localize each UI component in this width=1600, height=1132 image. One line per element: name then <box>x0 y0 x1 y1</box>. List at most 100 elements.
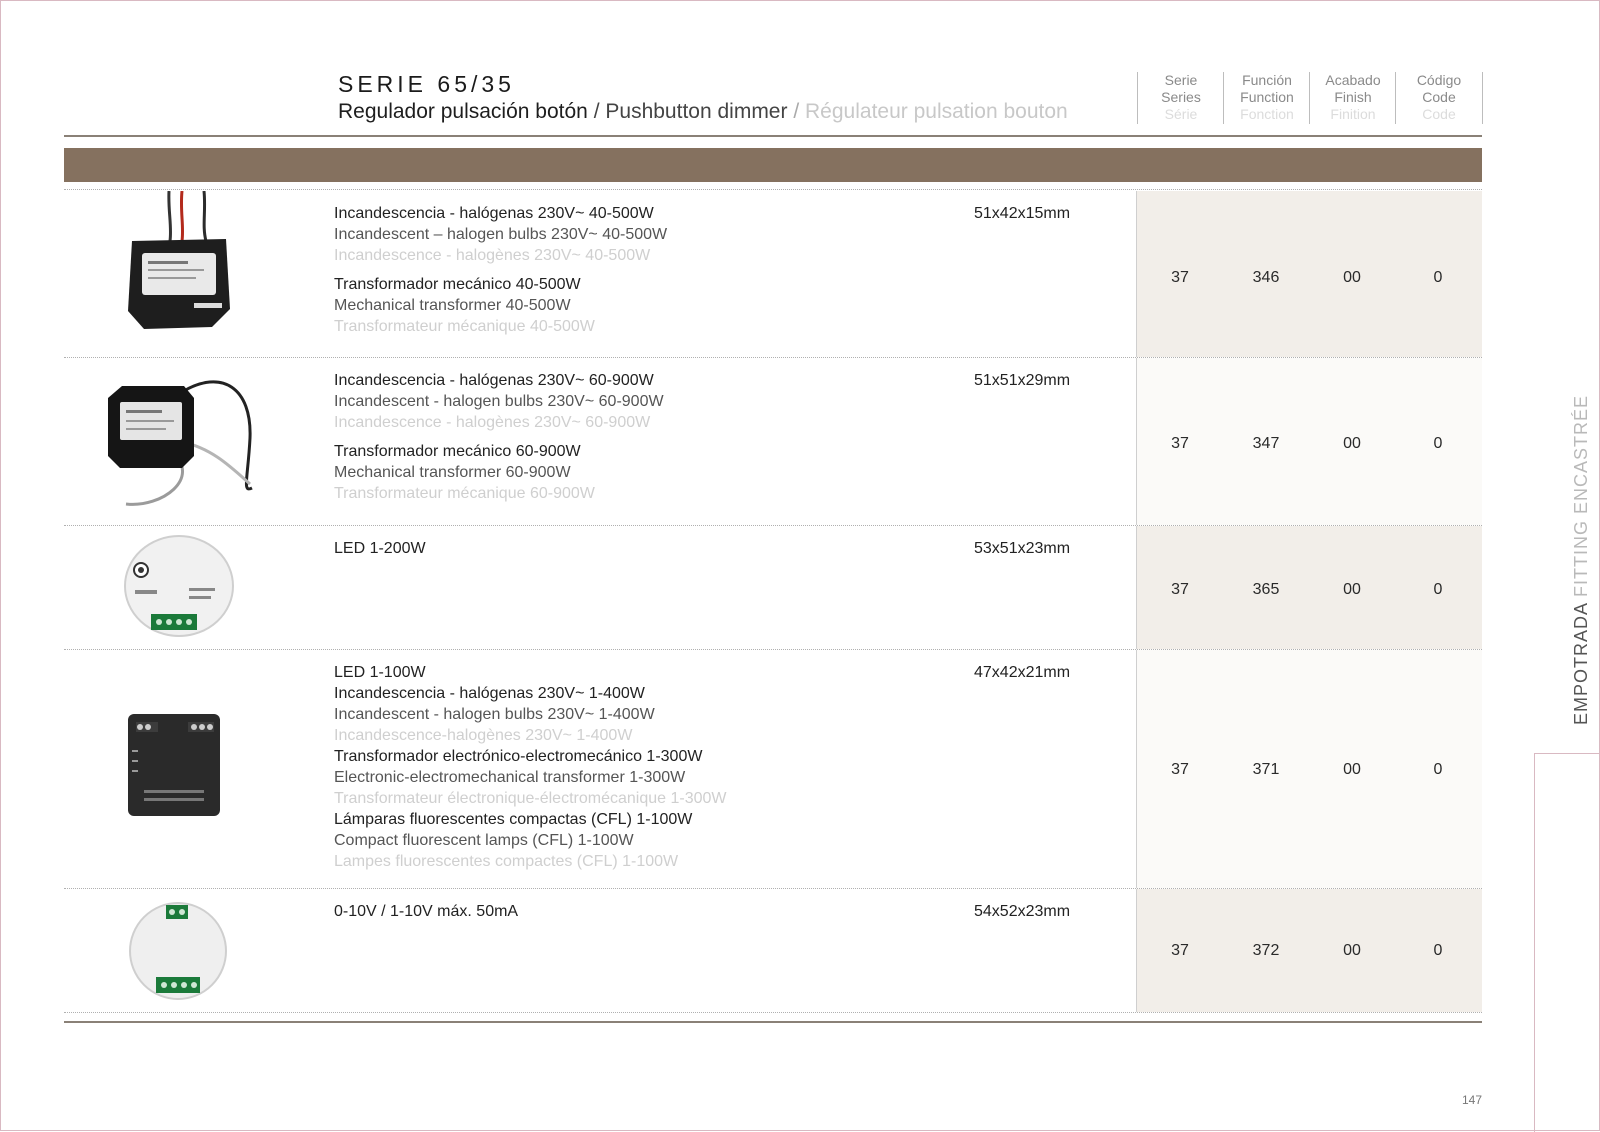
code-function: 372 <box>1252 942 1280 959</box>
code-code: 0 <box>1433 761 1443 778</box>
desc-es: Incandescencia - halógenas 230V~ 40-500W <box>334 205 654 222</box>
code-function: 347 <box>1252 435 1280 452</box>
description-group: Incandescencia - halógenas 230V~ 40-500W… <box>334 203 667 266</box>
code-series: 37 <box>1171 269 1189 286</box>
description-group: Incandescencia - halógenas 230V~ 1-400W … <box>334 683 726 746</box>
desc-fr: Incandescence - halogènes 230V~ 40-500W <box>334 247 651 264</box>
code-cell: 37 346 00 0 <box>1136 191 1482 357</box>
description-group: Transformador mecánico 60-900W Mechanica… <box>334 441 664 504</box>
page-header: SERIE 65/35 Regulador pulsación botón / … <box>338 70 1068 126</box>
column-label-en: Series <box>1161 89 1201 105</box>
code-finish: 00 <box>1343 761 1361 778</box>
side-tab <box>1534 753 1600 1132</box>
desc-fr: Transformateur mécanique 60-900W <box>334 485 595 502</box>
desc-fr: Incandescence-halogènes 230V~ 1-400W <box>334 727 633 744</box>
product-dimensions: 53x51x23mm <box>974 540 1071 557</box>
product-row: LED 1-200W 53x51x23mm 37 365 00 0 <box>64 526 1482 649</box>
code-function: 346 <box>1252 269 1280 286</box>
desc-line: LED 1-100W <box>334 664 426 681</box>
column-label-fr: Finition <box>1330 106 1376 122</box>
series-title: SERIE 65/35 <box>338 71 515 97</box>
desc-en: Incandescent - halogen bulbs 230V~ 1-400… <box>334 706 655 723</box>
column-header-finish: Acabado Finish Finition <box>1309 72 1396 124</box>
code-code: 0 <box>1433 435 1443 452</box>
description-group: Transformador mecánico 40-500W Mechanica… <box>334 274 667 337</box>
code-finish: 00 <box>1343 942 1361 959</box>
product-description: LED 1-100W Incandescencia - halógenas 23… <box>334 662 726 872</box>
code-function: 365 <box>1252 581 1280 598</box>
code-function: 371 <box>1252 761 1280 778</box>
product-description: Incandescencia - halógenas 230V~ 40-500W… <box>334 203 667 345</box>
desc-line: LED 1-200W <box>334 540 426 557</box>
dimmer-black-module-image <box>128 191 230 329</box>
column-label-es: Función <box>1242 72 1292 88</box>
column-label-en: Finish <box>1334 89 1372 105</box>
code-series: 37 <box>1171 942 1189 959</box>
desc-fr: Incandescence - halogènes 230V~ 60-900W <box>334 414 651 431</box>
subtitle-separator: / <box>793 100 800 123</box>
dimmer-led-module-image <box>128 714 220 816</box>
product-row: 0-10V / 1-10V máx. 50mA 54x52x23mm 37 37… <box>64 889 1482 1012</box>
column-label-fr: Code <box>1422 106 1456 122</box>
desc-en: Incandescent – halogen bulbs 230V~ 40-50… <box>334 226 668 243</box>
desc-es: Transformador mecánico 60-900W <box>334 443 581 460</box>
section-band <box>64 148 1482 182</box>
code-finish: 00 <box>1343 269 1361 286</box>
subtitle-es: Regulador pulsación botón <box>338 100 588 123</box>
product-description: LED 1-200W <box>334 538 426 559</box>
code-code: 0 <box>1433 581 1443 598</box>
desc-en: Mechanical transformer 60-900W <box>334 464 571 481</box>
code-cell: 37 371 00 0 <box>1136 650 1482 888</box>
desc-en: Mechanical transformer 40-500W <box>334 297 571 314</box>
subtitle: Regulador pulsación botón / Pushbutton d… <box>338 98 1068 126</box>
subtitle-separator: / <box>593 100 600 123</box>
code-code: 0 <box>1433 942 1443 959</box>
side-section-label: EMPOTRADA FITTING ENCASTRÉE <box>1571 395 1592 725</box>
side-label-part1: EMPOTRADA <box>1571 596 1591 725</box>
column-header-function: Función Function Fonction <box>1223 72 1310 124</box>
code-series: 37 <box>1171 435 1189 452</box>
code-finish: 00 <box>1343 435 1361 452</box>
desc-en: Incandescent - halogen bulbs 230V~ 60-90… <box>334 393 664 410</box>
row-divider <box>64 189 1482 190</box>
product-dimensions: 54x52x23mm <box>974 903 1071 920</box>
product-description: Incandescencia - halógenas 230V~ 60-900W… <box>334 370 664 512</box>
product-dimensions: 47x42x21mm <box>974 664 1071 681</box>
product-dimensions: 51x42x15mm <box>974 205 1071 222</box>
desc-es: Lámparas fluorescentes compactas (CFL) 1… <box>334 811 693 828</box>
code-finish: 00 <box>1343 581 1361 598</box>
column-label-es: Serie <box>1164 72 1198 88</box>
code-cell: 37 372 00 0 <box>1136 889 1482 1012</box>
desc-es: Incandescencia - halógenas 230V~ 1-400W <box>334 685 645 702</box>
column-header-series: Serie Series Série <box>1137 72 1224 124</box>
desc-en: Electronic-electromechanical transformer… <box>334 769 686 786</box>
product-row: Incandescencia - halógenas 230V~ 60-900W… <box>64 358 1482 525</box>
code-cell: 37 365 00 0 <box>1136 526 1482 649</box>
desc-line: 0-10V / 1-10V máx. 50mA <box>334 903 519 920</box>
row-divider <box>64 1012 1482 1013</box>
desc-fr: Lampes fluorescentes compactes (CFL) 1-1… <box>334 853 679 870</box>
column-label-en: Function <box>1240 89 1294 105</box>
description-group: Transformador electrónico-electromecánic… <box>334 746 726 809</box>
column-label-es: Acabado <box>1325 72 1381 88</box>
column-label-fr: Série <box>1164 106 1198 122</box>
column-label-es: Código <box>1416 72 1462 88</box>
dimmer-square-module-image <box>108 380 253 506</box>
product-row: LED 1-100W Incandescencia - halógenas 23… <box>64 650 1482 888</box>
code-code: 0 <box>1433 269 1443 286</box>
column-label-fr: Fonction <box>1240 106 1294 122</box>
code-series: 37 <box>1171 581 1189 598</box>
desc-es: Transformador electrónico-electromecánic… <box>334 748 703 765</box>
product-description: 0-10V / 1-10V máx. 50mA <box>334 901 518 922</box>
dimmer-0-10v-module-image <box>129 902 227 1000</box>
column-header-code: Código Code Code <box>1395 72 1483 124</box>
product-row: Incandescencia - halógenas 230V~ 40-500W… <box>64 191 1482 357</box>
desc-es: Incandescencia - halógenas 230V~ 60-900W <box>334 372 654 389</box>
column-label-en: Code <box>1422 89 1456 105</box>
code-series: 37 <box>1171 761 1189 778</box>
desc-fr: Transformateur électronique-électromécan… <box>334 790 727 807</box>
subtitle-en: Pushbutton dimmer <box>605 100 788 123</box>
side-label-part2: FITTING ENCASTRÉE <box>1571 394 1591 597</box>
description-group: Lámparas fluorescentes compactas (CFL) 1… <box>334 809 726 872</box>
product-dimensions: 51x51x29mm <box>974 372 1071 389</box>
